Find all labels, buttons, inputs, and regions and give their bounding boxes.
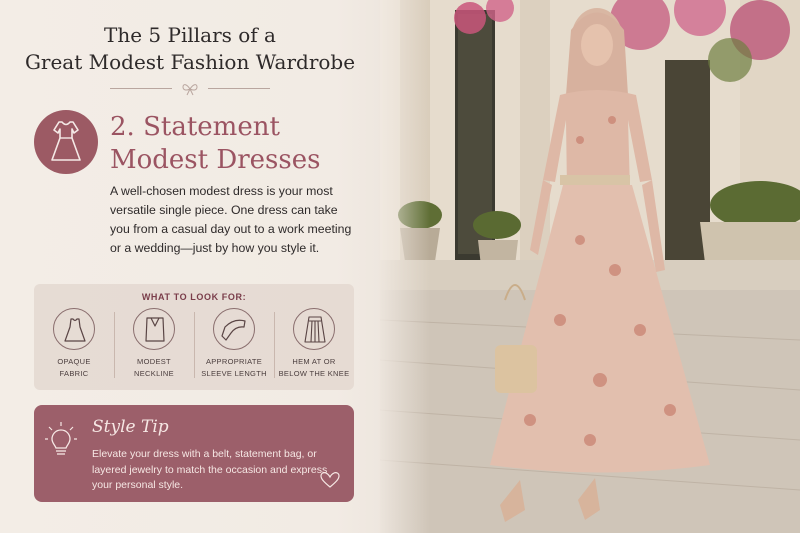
section-title: 2. Statement Modest Dresses bbox=[110, 111, 370, 177]
look-item-label-line1: MODEST bbox=[137, 357, 171, 366]
heart-icon bbox=[320, 472, 340, 488]
look-item-hem-length: HEM AT OR BELOW THE KNEE bbox=[274, 308, 354, 388]
what-to-look-for-box: WHAT TO LOOK FOR: OPAQUE FABRIC MODEST N… bbox=[34, 284, 354, 390]
dress-icon bbox=[34, 110, 98, 174]
style-tip-text: Elevate your dress with a belt, statemen… bbox=[92, 448, 328, 491]
style-tip-box: Style Tip Elevate your dress with a belt… bbox=[34, 405, 354, 502]
section-description: A well-chosen modest dress is your most … bbox=[110, 184, 352, 255]
look-item-label-line1: OPAQUE bbox=[57, 357, 91, 366]
sleeve-icon bbox=[213, 308, 255, 350]
skirt-icon bbox=[293, 308, 335, 350]
look-item-label-line2: BELOW THE KNEE bbox=[278, 369, 350, 378]
page-title-line1: The 5 Pillars of a bbox=[104, 23, 276, 47]
section-title-line1: 2. Statement bbox=[110, 112, 280, 142]
look-item-label-line2: SLEEVE LENGTH bbox=[201, 369, 267, 378]
look-item-label-line1: HEM AT OR bbox=[292, 357, 336, 366]
section-title-line2: Modest Dresses bbox=[110, 145, 321, 175]
dress-outline-icon bbox=[53, 308, 95, 350]
title-divider bbox=[110, 82, 270, 96]
look-item-label-line2: NECKLINE bbox=[134, 369, 174, 378]
info-panel: The 5 Pillars of a Great Modest Fashion … bbox=[0, 0, 430, 533]
lightbulb-icon bbox=[45, 422, 77, 455]
style-tip-title: Style Tip bbox=[92, 417, 169, 437]
look-for-heading: WHAT TO LOOK FOR: bbox=[141, 292, 247, 302]
neckline-icon bbox=[133, 308, 175, 350]
page-title-line2: Great Modest Fashion Wardrobe bbox=[24, 50, 356, 74]
look-item-sleeve-length: APPROPRIATE SLEEVE LENGTH bbox=[194, 308, 274, 388]
page-title: The 5 Pillars of a Great Modest Fashion … bbox=[0, 22, 380, 76]
look-item-modest-neckline: MODEST NECKLINE bbox=[114, 308, 194, 388]
bow-icon bbox=[182, 84, 198, 96]
look-item-label-line2: FABRIC bbox=[59, 369, 89, 378]
look-item-label-line1: APPROPRIATE bbox=[205, 357, 263, 366]
look-item-opaque-fabric: OPAQUE FABRIC bbox=[34, 308, 114, 388]
